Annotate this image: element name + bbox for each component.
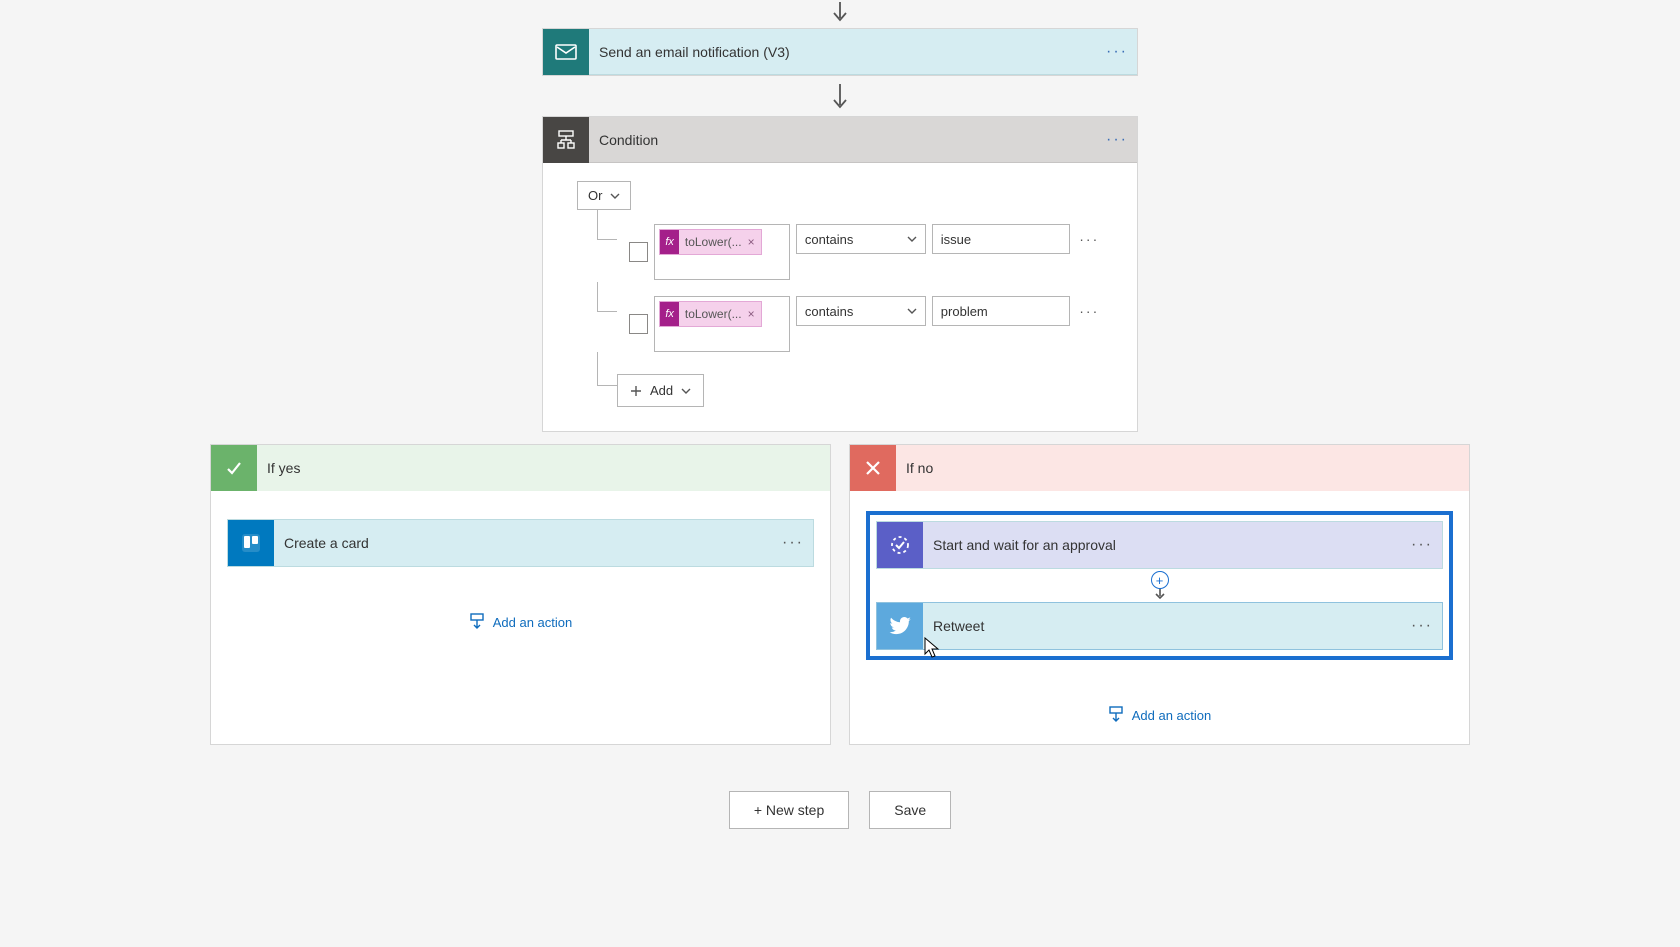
tree-connector-icon bbox=[597, 352, 617, 386]
fx-remove-icon[interactable]: × bbox=[748, 235, 755, 249]
rule-value-text: issue bbox=[941, 232, 971, 247]
rule-checkbox[interactable] bbox=[629, 314, 649, 334]
branch-no-header[interactable]: If no bbox=[850, 445, 1469, 491]
rule-checkbox[interactable] bbox=[629, 242, 649, 262]
condition-rule-row: fx toLower(... × contains issue ··· bbox=[597, 224, 1103, 280]
close-icon bbox=[850, 445, 896, 491]
condition-card: Condition ··· Or fx toLower(... × contai… bbox=[542, 116, 1138, 432]
condition-title: Condition bbox=[589, 132, 1097, 148]
plus-icon bbox=[630, 385, 642, 397]
branch-no-title: If no bbox=[896, 460, 933, 476]
rule-operator-label: contains bbox=[805, 304, 853, 319]
fx-badge-icon: fx bbox=[660, 230, 679, 254]
tree-connector-icon bbox=[597, 210, 617, 240]
fx-token[interactable]: fx toLower(... × bbox=[659, 229, 761, 255]
rule-row-menu[interactable]: ··· bbox=[1076, 224, 1103, 254]
fx-label: toLower(... bbox=[685, 235, 742, 249]
rule-value-input[interactable]: issue bbox=[932, 224, 1070, 254]
no-add-action-label: Add an action bbox=[1132, 708, 1212, 723]
email-step-menu[interactable]: ··· bbox=[1097, 43, 1137, 61]
rule-operator-label: contains bbox=[805, 232, 853, 247]
rule-value-input[interactable]: problem bbox=[932, 296, 1070, 326]
logic-selector[interactable]: Or bbox=[577, 181, 631, 210]
condition-icon bbox=[543, 117, 589, 163]
rule-operator-select[interactable]: contains bbox=[796, 296, 926, 326]
tree-connector-icon bbox=[597, 282, 617, 312]
chevron-down-icon bbox=[610, 193, 620, 199]
approval-action-card[interactable]: Start and wait for an approval ··· bbox=[876, 521, 1443, 569]
twitter-icon bbox=[877, 603, 923, 649]
save-button[interactable]: Save bbox=[869, 791, 951, 829]
chevron-down-icon bbox=[681, 388, 691, 394]
rule-operator-select[interactable]: contains bbox=[796, 224, 926, 254]
rule-left-expression[interactable]: fx toLower(... × bbox=[654, 296, 790, 352]
rule-row-menu[interactable]: ··· bbox=[1076, 296, 1103, 326]
email-step-card[interactable]: Send an email notification (V3) ··· bbox=[542, 28, 1138, 76]
approval-action-title: Start and wait for an approval bbox=[923, 537, 1402, 553]
fx-badge-icon: fx bbox=[660, 302, 679, 326]
approval-action-menu[interactable]: ··· bbox=[1402, 536, 1442, 554]
flow-arrow-with-insert: + bbox=[876, 571, 1443, 602]
check-icon bbox=[211, 445, 257, 491]
mail-icon bbox=[543, 29, 589, 75]
flow-arrow-icon bbox=[831, 2, 849, 24]
branch-no: If no Start and wait for an approval ··· bbox=[849, 444, 1470, 745]
trello-action-menu[interactable]: ··· bbox=[773, 534, 813, 552]
branch-yes-header[interactable]: If yes bbox=[211, 445, 830, 491]
branch-yes: If yes Create a card ··· bbox=[210, 444, 831, 745]
no-add-action-button[interactable]: Add an action bbox=[866, 706, 1453, 724]
trello-action-card[interactable]: Create a card ··· bbox=[227, 519, 814, 567]
logic-label: Or bbox=[588, 188, 602, 203]
yes-add-action-button[interactable]: Add an action bbox=[227, 613, 814, 631]
fx-label: toLower(... bbox=[685, 307, 742, 321]
rule-left-expression[interactable]: fx toLower(... × bbox=[654, 224, 790, 280]
yes-add-action-label: Add an action bbox=[493, 615, 573, 630]
selected-action-group: Start and wait for an approval ··· + bbox=[866, 511, 1453, 660]
fx-remove-icon[interactable]: × bbox=[748, 307, 755, 321]
add-action-icon bbox=[469, 613, 485, 631]
insert-step-button[interactable]: + bbox=[1151, 571, 1169, 589]
add-rule-button[interactable]: Add bbox=[617, 374, 704, 407]
chevron-down-icon bbox=[907, 308, 917, 314]
condition-rule-row: fx toLower(... × contains problem ··· bbox=[597, 296, 1103, 352]
condition-body: Or fx toLower(... × contains bbox=[543, 163, 1137, 431]
branch-yes-title: If yes bbox=[257, 460, 300, 476]
flow-arrow-icon bbox=[831, 84, 849, 112]
add-rule-label: Add bbox=[650, 383, 673, 398]
add-action-icon bbox=[1108, 706, 1124, 724]
rule-value-text: problem bbox=[941, 304, 988, 319]
new-step-label: + New step bbox=[754, 802, 824, 818]
trello-action-title: Create a card bbox=[274, 535, 773, 551]
trello-icon bbox=[228, 520, 274, 566]
chevron-down-icon bbox=[907, 236, 917, 242]
retweet-action-menu[interactable]: ··· bbox=[1402, 617, 1442, 635]
condition-header[interactable]: Condition ··· bbox=[543, 117, 1137, 163]
retweet-action-card[interactable]: Retweet ··· bbox=[876, 602, 1443, 650]
approval-icon bbox=[877, 522, 923, 568]
save-label: Save bbox=[894, 802, 926, 818]
retweet-action-title: Retweet bbox=[923, 618, 1402, 634]
condition-menu[interactable]: ··· bbox=[1097, 131, 1137, 149]
fx-token[interactable]: fx toLower(... × bbox=[659, 301, 761, 327]
email-step-title: Send an email notification (V3) bbox=[589, 44, 1097, 60]
new-step-button[interactable]: + New step bbox=[729, 791, 849, 829]
